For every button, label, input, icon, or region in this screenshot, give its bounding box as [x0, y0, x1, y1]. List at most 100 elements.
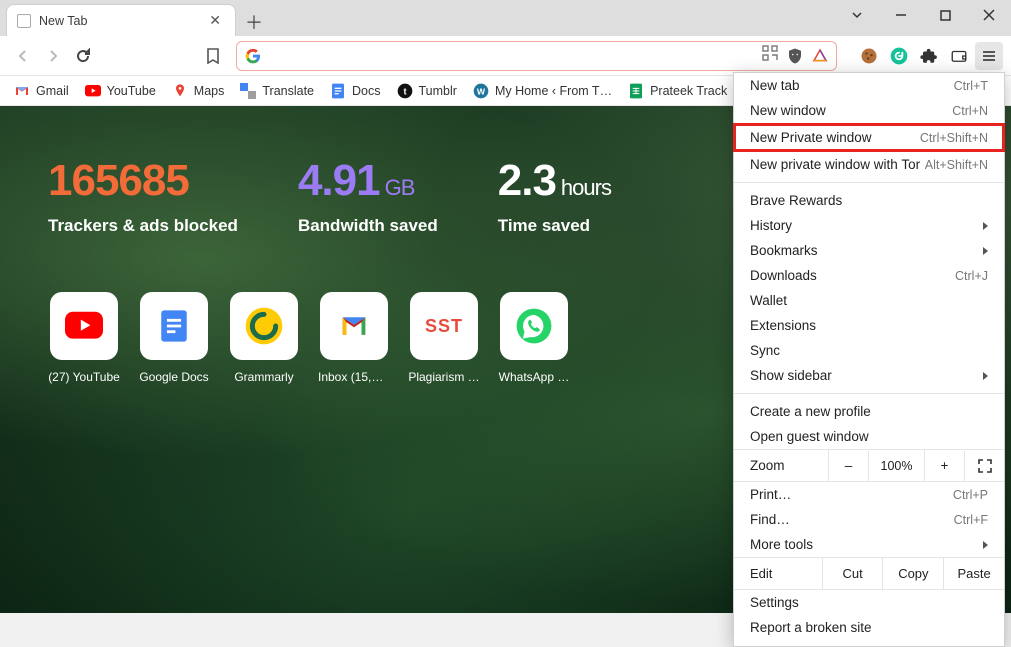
- bookmark-tumblr[interactable]: t Tumblr: [397, 83, 457, 99]
- extensions-puzzle-icon[interactable]: [919, 46, 939, 66]
- stat-caption: Trackers & ads blocked: [48, 216, 238, 236]
- edit-label: Edit: [734, 558, 822, 589]
- menu-create-profile[interactable]: Create a new profile: [734, 399, 1004, 424]
- chevron-right-icon: [983, 247, 988, 255]
- zoom-out-button[interactable]: –: [828, 450, 868, 481]
- stat-trackers: 165685 Trackers & ads blocked: [48, 156, 238, 236]
- stat-caption: Time saved: [498, 216, 611, 236]
- edit-cut[interactable]: Cut: [822, 558, 883, 589]
- main-menu: New tabCtrl+T New windowCtrl+N New Priva…: [733, 72, 1005, 647]
- chevron-right-icon: [983, 222, 988, 230]
- bookmark-maps[interactable]: Maps: [172, 83, 225, 99]
- back-button[interactable]: [8, 41, 38, 71]
- menu-print[interactable]: Print…Ctrl+P: [734, 482, 1004, 507]
- menu-edit-row: Edit Cut Copy Paste: [734, 557, 1004, 590]
- tile-label: Google Docs: [138, 370, 210, 384]
- bookmark-gmail[interactable]: Gmail: [14, 83, 69, 99]
- bookmark-youtube[interactable]: YouTube: [85, 83, 156, 99]
- wallet-icon[interactable]: [949, 46, 969, 66]
- brave-rewards-icon[interactable]: [812, 48, 828, 64]
- bookmark-wordpress[interactable]: W My Home ‹ From T…: [473, 83, 612, 99]
- forward-button[interactable]: [38, 41, 68, 71]
- close-tab-icon[interactable]: ✕: [205, 10, 225, 31]
- stat-value: 4.91GB: [298, 156, 438, 206]
- tile-whatsapp[interactable]: WhatsApp …: [498, 292, 570, 384]
- window-dropdown-icon[interactable]: [835, 0, 879, 30]
- gmail-icon: [14, 83, 30, 99]
- tile-gmail[interactable]: Inbox (15,666): [318, 292, 390, 384]
- new-tab-button[interactable]: ＋: [240, 8, 268, 36]
- fullscreen-button[interactable]: [964, 451, 1004, 481]
- window-titlebar: New Tab ✕ ＋: [0, 0, 1011, 36]
- menu-new-tab[interactable]: New tabCtrl+T: [734, 73, 1004, 98]
- reload-button[interactable]: [68, 41, 98, 71]
- tile-sst[interactable]: SST Plagiarism …: [408, 292, 480, 384]
- menu-guest-window[interactable]: Open guest window: [734, 424, 1004, 449]
- bookmark-label: Maps: [194, 84, 225, 98]
- qr-icon[interactable]: [762, 45, 778, 66]
- chevron-right-icon: [983, 541, 988, 549]
- menu-sync[interactable]: Sync: [734, 338, 1004, 363]
- sst-icon: SST: [425, 316, 463, 337]
- svg-text:W: W: [477, 86, 486, 96]
- tile-docs[interactable]: Google Docs: [138, 292, 210, 384]
- stat-value: 165685: [48, 156, 238, 206]
- tab-title: New Tab: [39, 14, 205, 28]
- bookmark-label: YouTube: [107, 84, 156, 98]
- tile-label: Grammarly: [228, 370, 300, 384]
- tile-grammarly[interactable]: Grammarly: [228, 292, 300, 384]
- stat-bandwidth: 4.91GB Bandwidth saved: [298, 156, 438, 236]
- stat-time: 2.3hours Time saved: [498, 156, 611, 236]
- browser-tab[interactable]: New Tab ✕: [6, 4, 236, 36]
- menu-new-window[interactable]: New windowCtrl+N: [734, 98, 1004, 123]
- tile-youtube[interactable]: (27) YouTube: [48, 292, 120, 384]
- menu-extensions[interactable]: Extensions: [734, 313, 1004, 338]
- window-maximize-icon[interactable]: [923, 0, 967, 30]
- window-close-icon[interactable]: [967, 0, 1011, 30]
- tile-label: (27) YouTube: [48, 370, 120, 384]
- menu-find[interactable]: Find…Ctrl+F: [734, 507, 1004, 532]
- wordpress-icon: W: [473, 83, 489, 99]
- edit-copy[interactable]: Copy: [882, 558, 943, 589]
- menu-history[interactable]: History: [734, 213, 1004, 238]
- menu-settings[interactable]: Settings: [734, 590, 1004, 615]
- stat-caption: Bandwidth saved: [298, 216, 438, 236]
- tile-label: WhatsApp …: [498, 370, 570, 384]
- menu-new-tor-window[interactable]: New private window with TorAlt+Shift+N: [734, 152, 1004, 177]
- menu-bookmarks[interactable]: Bookmarks: [734, 238, 1004, 263]
- zoom-label: Zoom: [734, 450, 828, 481]
- menu-new-private-window[interactable]: New Private windowCtrl+Shift+N: [733, 123, 1005, 152]
- menu-zoom-row: Zoom – 100% +: [734, 449, 1004, 482]
- main-menu-button[interactable]: [975, 42, 1003, 70]
- maps-icon: [172, 83, 188, 99]
- menu-brave-rewards[interactable]: Brave Rewards: [734, 188, 1004, 213]
- sheets-icon: [628, 83, 644, 99]
- bookmark-label: Prateek Track: [650, 84, 727, 98]
- menu-more-tools[interactable]: More tools: [734, 532, 1004, 557]
- edit-paste[interactable]: Paste: [943, 558, 1004, 589]
- grammarly-extension-icon[interactable]: [889, 46, 909, 66]
- google-icon: [245, 48, 261, 64]
- youtube-icon: [85, 83, 101, 99]
- brave-shield-icon[interactable]: [786, 47, 804, 65]
- address-bar[interactable]: [236, 41, 837, 71]
- toolbar: [0, 36, 1011, 76]
- menu-report[interactable]: Report a broken site: [734, 615, 1004, 640]
- menu-wallet[interactable]: Wallet: [734, 288, 1004, 313]
- bookmark-docs[interactable]: Docs: [330, 83, 380, 99]
- docs-icon: [330, 83, 346, 99]
- window-minimize-icon[interactable]: [879, 0, 923, 30]
- bookmark-sheets[interactable]: Prateek Track: [628, 83, 727, 99]
- bookmark-this-page-icon[interactable]: [198, 41, 228, 71]
- bookmark-label: My Home ‹ From T…: [495, 84, 612, 98]
- bookmark-translate[interactable]: Translate: [240, 83, 314, 99]
- cookie-extension-icon[interactable]: [859, 46, 879, 66]
- address-input[interactable]: [269, 48, 762, 64]
- zoom-value: 100%: [868, 451, 924, 481]
- bookmark-label: Translate: [262, 84, 314, 98]
- menu-show-sidebar[interactable]: Show sidebar: [734, 363, 1004, 388]
- tumblr-icon: t: [397, 83, 413, 99]
- zoom-in-button[interactable]: +: [924, 450, 964, 481]
- menu-downloads[interactable]: DownloadsCtrl+J: [734, 263, 1004, 288]
- tab-favicon: [17, 14, 31, 28]
